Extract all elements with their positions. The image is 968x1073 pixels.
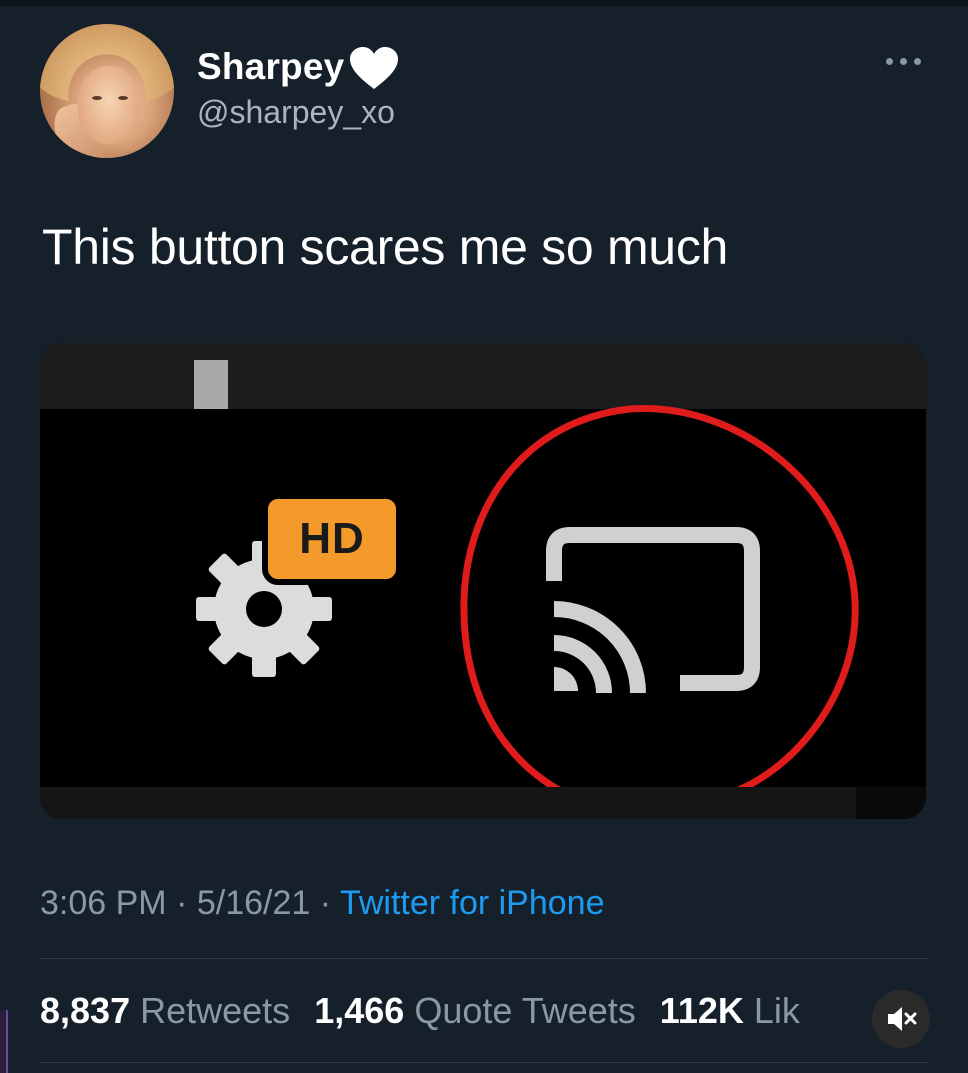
tweet-media[interactable]: HD [40, 343, 926, 819]
handle[interactable]: @sharpey_xo [197, 94, 395, 131]
likes-label: Lik [753, 990, 800, 1031]
scrubber-handle [194, 360, 228, 409]
mute-icon[interactable] [872, 990, 930, 1048]
retweets-stat[interactable]: 8,837 Retweets [40, 990, 290, 1031]
retweets-count: 8,837 [40, 990, 131, 1031]
tweet-time[interactable]: 3:06 PM [40, 884, 167, 922]
avatar-eye-right [118, 96, 128, 100]
white-heart-icon [350, 47, 398, 89]
left-edge-sliver [0, 1010, 8, 1073]
quote-tweets-stat[interactable]: 1,466 Quote Tweets [314, 990, 636, 1031]
display-name[interactable]: Sharpey [197, 46, 344, 88]
tweet-meta: 3:06 PM · 5/16/21 · Twitter for iPhone [40, 884, 605, 923]
divider [40, 958, 928, 959]
avatar-eye-left [92, 96, 102, 100]
tweet-source-link[interactable]: Twitter for iPhone [340, 884, 605, 922]
quote-tweets-count: 1,466 [314, 990, 405, 1031]
cast-icon[interactable] [540, 521, 762, 697]
media-top-bar [40, 343, 926, 409]
tweet-text: This button scares me so much [42, 219, 729, 275]
meta-separator: · [319, 884, 332, 922]
speaker-muted-icon [888, 1007, 917, 1031]
divider [40, 1062, 928, 1063]
more-options-icon[interactable] [884, 55, 924, 67]
tweet: Sharpey @sharpey_xo This button scares m… [0, 0, 968, 1073]
likes-stat[interactable]: 112K Lik [660, 990, 800, 1031]
likes-count: 112K [659, 990, 744, 1031]
tweet-date[interactable]: 5/16/21 [197, 884, 310, 922]
meta-separator: · [176, 884, 188, 922]
media-bottom-edge [856, 787, 926, 819]
tweet-stats: 8,837 Retweets 1,466 Quote Tweets 112K L… [40, 990, 800, 1032]
avatar[interactable] [40, 24, 174, 158]
retweets-label: Retweets [140, 990, 291, 1031]
media-bottom-bar [40, 787, 856, 819]
hd-badge: HD [262, 493, 402, 585]
quote-tweets-label: Quote Tweets [414, 990, 636, 1031]
avatar-face [78, 66, 140, 144]
